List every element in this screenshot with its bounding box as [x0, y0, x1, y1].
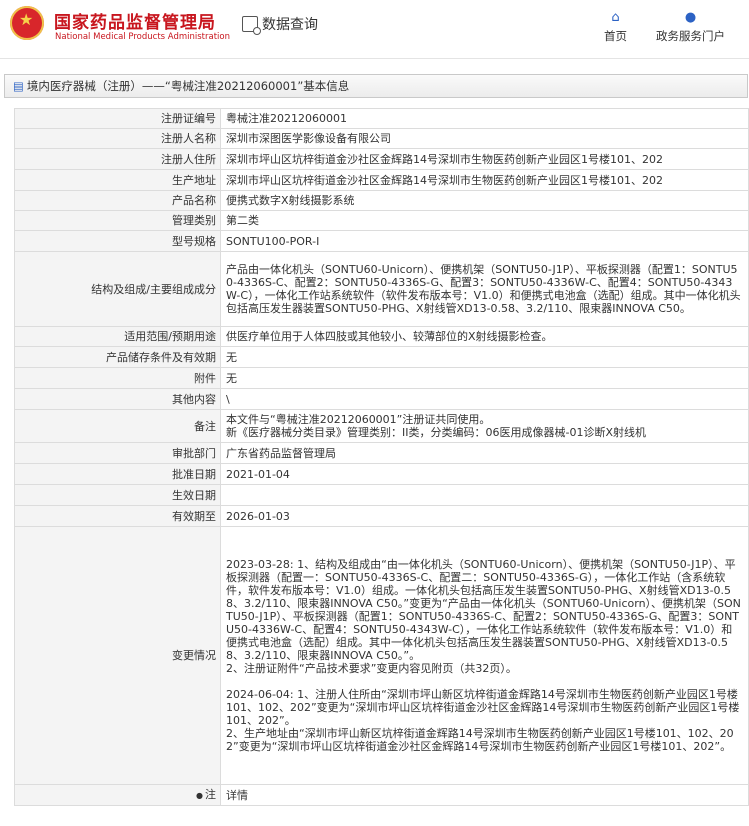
user-icon: ● [684, 10, 697, 25]
field-label: 型号规格 [14, 230, 221, 252]
data-query-label: 数据查询 [262, 17, 318, 33]
table-row: 注册证编号 粤械注准20212060001 [14, 108, 749, 129]
field-label: 结构及组成/主要组成成分 [14, 251, 221, 327]
field-label: 生产地址 [14, 169, 221, 191]
table-row: 产品储存条件及有效期无 [14, 346, 749, 368]
field-value: 2023-03-28: 1、结构及组成由“由一体化机头（SONTU60-Unic… [220, 526, 749, 785]
field-label: 注册证编号 [14, 108, 221, 129]
detail-title: 境内医疗器械（注册）——“粤械注准20212060001”基本信息 [26, 79, 350, 93]
data-query-icon [242, 16, 261, 35]
brand-name-cn[interactable]: 国家药品监督管理局 [54, 8, 216, 33]
field-value: 产品由一体化机头（SONTU60-Unicorn）、便携机架（SONTU50-J… [220, 251, 749, 327]
table-row: 批准日期 2021-01-04 [14, 463, 749, 485]
emblem-icon [10, 6, 44, 40]
site-header: 国家药品监督管理局 National Medical Products Admi… [0, 0, 749, 59]
field-value: 本文件与“粤械注准20212060001”注册证共同使用。 新《医疗器械分类目录… [220, 409, 749, 443]
field-value: 深圳市深图医学影像设备有限公司 [220, 128, 749, 149]
home-icon: ⌂ [611, 10, 620, 25]
field-label: 审批部门 [14, 442, 221, 464]
field-label: 注册人名称 [14, 128, 221, 149]
table-row: 型号规格 SONTU100-POR-I [14, 230, 749, 252]
field-label: 管理类别 [14, 210, 221, 231]
field-value: 无 [220, 367, 749, 389]
field-value: 粤械注准20212060001 [220, 108, 749, 129]
field-label: 变更情况 [14, 526, 221, 785]
table-row: 备注 本文件与“粤械注准20212060001”注册证共同使用。 新《医疗器械分类… [14, 409, 749, 443]
table-row: 附件无 [14, 367, 749, 389]
field-value: 便携式数字X射线摄影系统 [220, 190, 749, 211]
field-label: 生效日期 [14, 484, 221, 506]
field-label: ● 注 [14, 784, 221, 806]
tip-icon: ● [196, 791, 203, 800]
field-label: 备注 [14, 409, 221, 443]
table-row: 注册人住所 深圳市坪山区坑梓街道金沙社区金辉路14号深圳市生物医药创新产业园区1号… [14, 148, 749, 170]
field-label: 其他内容 [14, 388, 221, 410]
table-row: 管理类别 第二类 [14, 210, 749, 231]
field-value: 深圳市坪山区坑梓街道金沙社区金辉路14号深圳市生物医药创新产业园区1号楼101、… [220, 148, 749, 170]
field-label: 产品名称 [14, 190, 221, 211]
table-row: 适用范围/预期用途 供医疗单位用于人体四肢或其他较小、较薄部位的X射线摄影检查。 [14, 326, 749, 347]
table-row: 其他内容 \ [14, 388, 749, 410]
field-value: 无 [220, 346, 749, 368]
table-row: 有效期至 2026-01-03 [14, 505, 749, 527]
field-value: 2026-01-03 [220, 505, 749, 527]
field-label: 注册人住所 [14, 148, 221, 170]
field-value: 第二类 [220, 210, 749, 231]
detail-title-bar: ▤ 境内医疗器械（注册）——“粤械注准20212060001”基本信息 [4, 74, 748, 98]
field-value [220, 484, 749, 506]
field-value[interactable]: 详情 [220, 784, 749, 806]
field-value: 深圳市坪山区坑梓街道金沙社区金辉路14号深圳市生物医药创新产业园区1号楼101、… [220, 169, 749, 191]
field-value: 广东省药品监督管理局 [220, 442, 749, 464]
field-label: 批准日期 [14, 463, 221, 485]
field-value: 供医疗单位用于人体四肢或其他较小、较薄部位的X射线摄影检查。 [220, 326, 749, 347]
table-row: 生效日期 [14, 484, 749, 506]
field-label: 附件 [14, 367, 221, 389]
table-row: 审批部门 广东省药品监督管理局 [14, 442, 749, 464]
nav-service-portal[interactable]: ● 政务服务门户 [656, 10, 725, 44]
document-icon: ▤ [13, 79, 24, 93]
nav-portal-label: 政务服务门户 [656, 29, 725, 43]
table-row: 生产地址 深圳市坪山区坑梓街道金沙社区金辉路14号深圳市生物医药创新产业园区1号楼… [14, 169, 749, 191]
table-row: 产品名称 便携式数字X射线摄影系统 [14, 190, 749, 211]
table-row: 结构及组成/主要组成成分 产品由一体化机头（SONTU60-Unicorn）、便携… [14, 251, 749, 327]
field-value: SONTU100-POR-I [220, 230, 749, 252]
table-row: ● 注详情 [14, 784, 749, 806]
field-label: 适用范围/预期用途 [14, 326, 221, 347]
table-row: 注册人名称 深圳市深图医学影像设备有限公司 [14, 128, 749, 149]
nav-home-label: 首页 [604, 29, 627, 43]
field-value: 2021-01-04 [220, 463, 749, 485]
field-label: 产品储存条件及有效期 [14, 346, 221, 368]
detail-table: 注册证编号 粤械注准20212060001 注册人名称 深圳市深图医学影像设备有限公司… [14, 108, 749, 806]
data-query-link[interactable]: 数据查询 [242, 14, 318, 35]
table-row: 变更情况 2023-03-28: 1、结构及组成由“由一体化机头（SONTU60-… [14, 526, 749, 785]
nav-home[interactable]: ⌂ 首页 [604, 10, 627, 44]
field-value: \ [220, 388, 749, 410]
field-label: 有效期至 [14, 505, 221, 527]
brand-name-en[interactable]: National Medical Products Administration [55, 32, 230, 42]
